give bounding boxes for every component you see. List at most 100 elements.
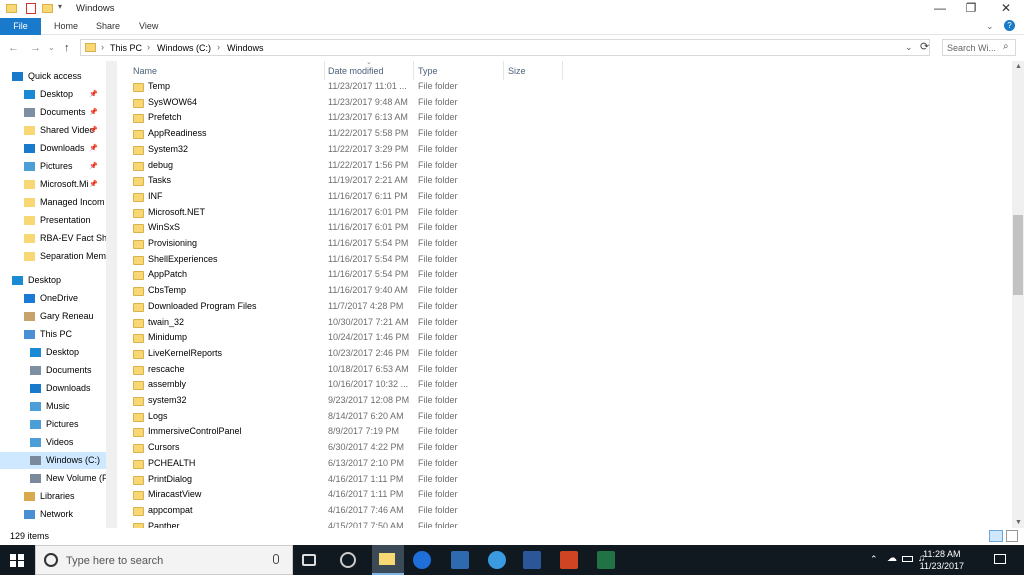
edge-browser-icon[interactable] xyxy=(413,551,431,569)
back-arrow-icon[interactable]: ← xyxy=(8,42,19,54)
navigation-scrollbar[interactable] xyxy=(106,61,117,528)
network-tray-icon[interactable]: ☁ xyxy=(887,553,897,564)
nav-item[interactable]: Documents 📌 xyxy=(0,104,106,121)
file-row[interactable]: PrintDialog 4/16/2017 1:11 PM File folder xyxy=(128,472,1012,488)
details-view-icon[interactable] xyxy=(989,530,1003,542)
restore-button[interactable]: ❐ xyxy=(955,0,987,18)
file-row[interactable]: twain_32 10/30/2017 7:21 AM File folder xyxy=(128,315,1012,331)
search-icon[interactable]: ⌕ xyxy=(1003,41,1009,52)
column-name[interactable]: Name xyxy=(133,66,157,76)
file-row[interactable]: WinSxS 11/16/2017 6:01 PM File folder xyxy=(128,220,1012,236)
nav-item[interactable]: Windows (C:) xyxy=(0,452,106,469)
excel-icon[interactable] xyxy=(597,551,615,569)
nav-item[interactable]: OneDrive xyxy=(0,290,106,307)
properties-icon[interactable] xyxy=(26,3,36,14)
file-row[interactable]: AppReadiness 11/22/2017 5:58 PM File folde… xyxy=(128,126,1012,142)
file-row[interactable]: Panther 4/15/2017 7:50 AM File folder xyxy=(128,519,1012,528)
breadcrumb-this-pc[interactable]: This PC xyxy=(110,43,142,53)
search-input[interactable]: Search Wi... ⌕ xyxy=(942,39,1016,56)
action-center-icon[interactable] xyxy=(994,554,1006,564)
nav-item[interactable]: RBA-EV Fact She xyxy=(0,230,106,247)
file-row[interactable]: debug 11/22/2017 1:56 PM File folder xyxy=(128,158,1012,174)
nav-item[interactable]: Separation Mem xyxy=(0,248,106,265)
tab-home[interactable]: Home xyxy=(46,18,86,35)
nav-item[interactable]: Shared Video 📌 xyxy=(0,122,106,139)
internet-explorer-icon[interactable] xyxy=(488,551,506,569)
file-row[interactable]: Downloaded Program Files 11/7/2017 4:28 P… xyxy=(128,299,1012,315)
new-folder-icon[interactable] xyxy=(42,4,53,13)
recent-locations-icon[interactable]: ⌄ xyxy=(48,42,55,54)
file-row[interactable]: SysWOW64 11/23/2017 9:48 AM File folder xyxy=(128,95,1012,111)
word-icon[interactable] xyxy=(523,551,541,569)
large-icons-view-icon[interactable] xyxy=(1006,530,1018,542)
microphone-icon[interactable] xyxy=(273,554,279,564)
file-row[interactable]: Provisioning 11/16/2017 5:54 PM File folde… xyxy=(128,236,1012,252)
file-row[interactable]: Tasks 11/19/2017 2:21 AM File folder xyxy=(128,173,1012,189)
file-row[interactable]: CbsTemp 11/16/2017 9:40 AM File folder xyxy=(128,283,1012,299)
task-view-icon[interactable] xyxy=(302,554,316,566)
address-dropdown-icon[interactable]: ⌄ xyxy=(905,42,913,53)
nav-item[interactable]: Desktop xyxy=(0,344,106,361)
nav-item[interactable]: Pictures 📌 xyxy=(0,158,106,175)
nav-item[interactable]: Downloads xyxy=(0,380,106,397)
file-row[interactable]: system32 9/23/2017 12:08 PM File folder xyxy=(128,393,1012,409)
nav-item[interactable]: Network xyxy=(0,506,106,523)
minimize-button[interactable]: — xyxy=(924,0,956,18)
outlook-bird-icon[interactable] xyxy=(451,551,469,569)
powerpoint-icon[interactable] xyxy=(560,551,578,569)
file-row[interactable]: MiracastView 4/16/2017 1:11 PM File folder xyxy=(128,487,1012,503)
file-row[interactable]: INF 11/16/2017 6:11 PM File folder xyxy=(128,189,1012,205)
file-row[interactable]: assembly 10/16/2017 10:32 ... File folder xyxy=(128,377,1012,393)
scrollbar-thumb[interactable] xyxy=(1013,215,1023,295)
file-row[interactable]: Temp 11/23/2017 11:01 ... File folder xyxy=(128,79,1012,95)
file-row[interactable]: LiveKernelReports 10/23/2017 2:46 PM File … xyxy=(128,346,1012,362)
file-row[interactable]: System32 11/22/2017 3:29 PM File folder xyxy=(128,142,1012,158)
nav-item[interactable]: Presentation xyxy=(0,212,106,229)
nav-item[interactable]: Videos xyxy=(0,434,106,451)
nav-item[interactable]: Downloads 📌 xyxy=(0,140,106,157)
nav-item[interactable]: Quick access xyxy=(0,68,106,85)
file-row[interactable]: Logs 8/14/2017 6:20 AM File folder xyxy=(128,409,1012,425)
taskbar-search-box[interactable]: Type here to search xyxy=(35,545,293,575)
system-clock[interactable]: 11:28 AM 11/23/2017 xyxy=(920,548,964,572)
nav-item[interactable]: Libraries xyxy=(0,488,106,505)
nav-item[interactable]: Pictures xyxy=(0,416,106,433)
file-row[interactable]: rescache 10/18/2017 6:53 AM File folder xyxy=(128,362,1012,378)
column-type[interactable]: Type xyxy=(418,66,438,76)
scroll-up-icon[interactable]: ▲ xyxy=(1015,63,1022,70)
file-row[interactable]: ImmersiveControlPanel 8/9/2017 7:19 PM Fil… xyxy=(128,424,1012,440)
scroll-down-icon[interactable]: ▼ xyxy=(1015,519,1022,526)
nav-item[interactable]: Gary Reneau xyxy=(0,308,106,325)
refresh-icon[interactable]: ⟳ xyxy=(920,40,929,53)
battery-icon[interactable] xyxy=(902,556,913,562)
nav-item[interactable]: Microsoft.Mi 📌 xyxy=(0,176,106,193)
tab-share[interactable]: Share xyxy=(88,18,128,35)
file-row[interactable]: Microsoft.NET 11/16/2017 6:01 PM File fold… xyxy=(128,205,1012,221)
customize-toolbar-icon[interactable]: ▾ xyxy=(58,2,62,11)
clock-app-icon[interactable] xyxy=(340,552,356,568)
help-icon[interactable]: ? xyxy=(1004,20,1015,31)
file-row[interactable]: Cursors 6/30/2017 4:22 PM File folder xyxy=(128,440,1012,456)
breadcrumb-drive[interactable]: Windows (C:) xyxy=(157,43,211,53)
nav-item[interactable]: Desktop xyxy=(0,272,106,289)
nav-item[interactable]: Documents xyxy=(0,362,106,379)
show-hidden-icons-icon[interactable]: ⌃ xyxy=(870,554,878,565)
up-arrow-icon[interactable]: ↑ xyxy=(64,42,70,54)
ribbon-expand-icon[interactable]: ⌄ xyxy=(986,21,994,32)
nav-item[interactable]: New Volume (F xyxy=(0,470,106,487)
nav-item[interactable]: Managed Incom xyxy=(0,194,106,211)
address-bar[interactable]: › This PC › Windows (C:) › Windows ⌄ xyxy=(80,39,930,56)
file-row[interactable]: Prefetch 11/23/2017 6:13 AM File folder xyxy=(128,110,1012,126)
file-row[interactable]: PCHEALTH 6/13/2017 2:10 PM File folder xyxy=(128,456,1012,472)
file-row[interactable]: AppPatch 11/16/2017 5:54 PM File folder xyxy=(128,267,1012,283)
column-date-modified[interactable]: Date modified xyxy=(328,66,384,76)
file-row[interactable]: Minidump 10/24/2017 1:46 PM File folder xyxy=(128,330,1012,346)
close-button[interactable]: ✕ xyxy=(990,0,1022,18)
tab-view[interactable]: View xyxy=(131,18,166,35)
nav-item[interactable]: Music xyxy=(0,398,106,415)
breadcrumb-folder[interactable]: Windows xyxy=(227,43,264,53)
windows-start-icon[interactable] xyxy=(10,554,24,567)
tab-file[interactable]: File xyxy=(0,18,41,35)
nav-item[interactable]: This PC xyxy=(0,326,106,343)
file-row[interactable]: ShellExperiences 11/16/2017 5:54 PM File f… xyxy=(128,252,1012,268)
